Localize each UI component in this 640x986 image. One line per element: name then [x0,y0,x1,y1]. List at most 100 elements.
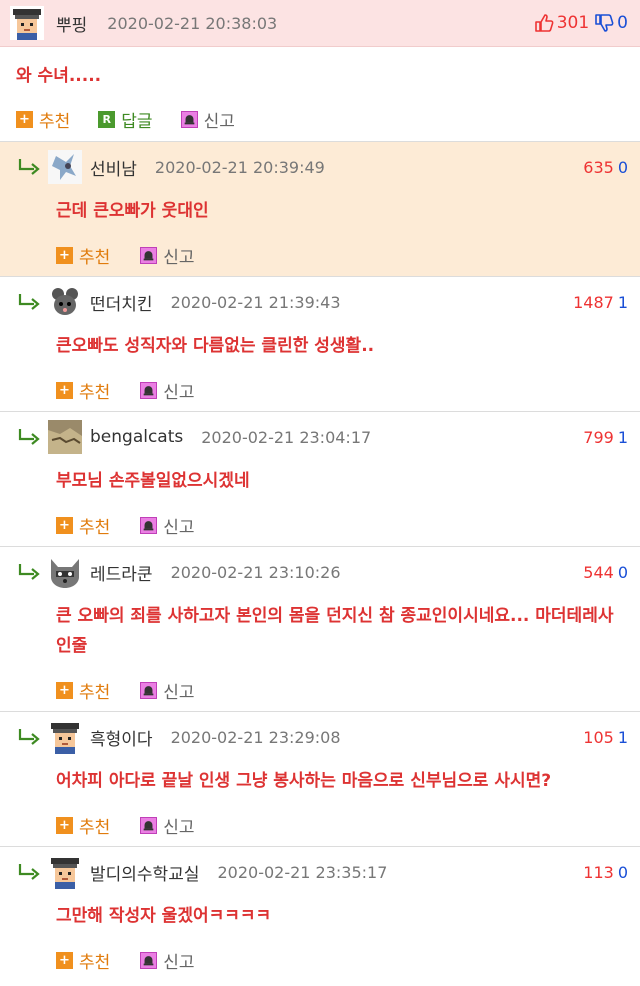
comment-downvote-count: 1 [617,727,628,747]
avatar[interactable] [48,285,82,319]
report-label: 신고 [163,517,195,538]
reply-label: 답글 [121,111,153,132]
recommend-button[interactable]: + 추천 [56,948,110,973]
comment-item: 발디의수학교실 2020-02-21 23:35:17 113 0 그만해 작성자… [0,846,640,981]
comment-actions: + 추천 신고 [16,804,628,846]
comment-text: 그만해 작성자 울겠어ㅋㅋㅋㅋ [56,906,272,926]
comment-actions: + 추천 신고 [16,939,628,981]
avatar[interactable] [48,720,82,754]
comment-author[interactable]: 선비남 [90,155,137,180]
comment-author[interactable]: bengalcats [90,427,183,447]
comment-text: 어차피 아다로 끝날 인생 그냥 봉사하는 마음으로 신부님으로 사시면? [56,771,552,791]
comment-downvote-count: 1 [617,427,628,447]
comment-votes: 1487 1 [573,293,628,312]
report-button[interactable]: 신고 [140,813,195,838]
report-label: 신고 [163,952,195,973]
reply-arrow-icon [18,429,40,445]
recommend-button[interactable]: + 추천 [56,243,110,268]
comment-downvote-count: 0 [617,157,628,177]
comment-header: 흑형이다 2020-02-21 23:29:08 105 1 [16,712,628,758]
comment-votes: 113 0 [583,863,628,882]
comment-text: 큰 오빠의 죄를 사하고자 본인의 몸을 던지신 참 종교인이시네요... 마더… [56,606,614,656]
comment-author[interactable]: 떤더치킨 [90,290,153,315]
avatar[interactable] [10,6,44,40]
comment-author[interactable]: 레드라쿤 [90,560,153,585]
plus-icon: + [56,246,73,264]
reply-arrow-icon [18,564,40,580]
comment-text: 근데 큰오빠가 웃대인 [56,201,209,221]
comment-text: 큰오빠도 성직자와 다름없는 클린한 성생활.. [56,336,375,356]
comment-actions: + 추천 신고 [16,669,628,711]
report-button[interactable]: 신고 [140,243,195,268]
post-actions: + 추천 R 답글 신고 [16,97,624,141]
alarm-bell-icon [140,681,158,699]
post-upvote-count: 301 [556,13,590,33]
post-votes: 301 0 [534,13,628,33]
comment-item: 흑형이다 2020-02-21 23:29:08 105 1 어차피 아다로 끝날… [0,711,640,846]
comment-actions: + 추천 신고 [16,234,628,276]
comment-actions: + 추천 신고 [16,504,628,546]
recommend-button[interactable]: + 추천 [16,107,70,132]
plus-icon: + [56,381,73,399]
alarm-bell-icon [140,516,158,534]
comment-downvote-count: 1 [617,292,628,312]
comment-upvote-count: 113 [583,862,614,882]
reply-r-icon: R [98,110,116,128]
recommend-button[interactable]: + 추천 [56,813,110,838]
recommend-label: 추천 [79,952,111,973]
report-button[interactable]: 신고 [180,107,235,132]
comment-date: 2020-02-21 23:35:17 [217,862,388,882]
comment-upvote-count: 544 [583,562,614,582]
recommend-button[interactable]: + 추천 [56,378,110,403]
recommend-label: 추천 [79,247,111,268]
avatar[interactable] [48,855,82,889]
comment-date: 2020-02-21 20:39:49 [154,157,325,177]
report-label: 신고 [163,382,195,403]
report-button[interactable]: 신고 [140,678,195,703]
post-body: 와 수녀..... + 추천 R 답글 신고 [0,47,640,141]
thumb-up-icon[interactable] [534,13,554,33]
report-label: 신고 [163,817,195,838]
comment-upvote-count: 799 [583,427,614,447]
comment-list: 선비남 2020-02-21 20:39:49 635 0 근데 큰오빠가 웃대인… [0,141,640,981]
reply-arrow-icon [18,864,40,880]
comment-item: 떤더치킨 2020-02-21 21:39:43 1487 1 큰오빠도 성직자와… [0,276,640,411]
recommend-button[interactable]: + 추천 [56,513,110,538]
recommend-button[interactable]: + 추천 [56,678,110,703]
post-text: 와 수녀..... [16,66,102,86]
avatar[interactable] [48,555,82,589]
comment-header: 떤더치킨 2020-02-21 21:39:43 1487 1 [16,277,628,323]
comment-date: 2020-02-21 23:04:17 [201,427,372,447]
alarm-bell-icon [140,246,158,264]
report-button[interactable]: 신고 [140,513,195,538]
recommend-label: 추천 [79,817,111,838]
comment-date: 2020-02-21 23:29:08 [170,727,341,747]
comment-upvote-count: 105 [583,727,614,747]
comment-item: 레드라쿤 2020-02-21 23:10:26 544 0 큰 오빠의 죄를 사… [0,546,640,711]
comment-header: 발디의수학교실 2020-02-21 23:35:17 113 0 [16,847,628,893]
alarm-bell-icon [140,816,158,834]
recommend-label: 추천 [79,517,111,538]
comment-text: 부모님 손주볼일없으시겠네 [56,471,250,491]
report-button[interactable]: 신고 [140,378,195,403]
comment-item: 선비남 2020-02-21 20:39:49 635 0 근데 큰오빠가 웃대인… [0,141,640,276]
report-label: 신고 [163,682,195,703]
comment-upvote-count: 1487 [573,292,614,312]
reply-button[interactable]: R 답글 [98,107,153,132]
report-label: 신고 [163,247,195,268]
reply-arrow-icon [18,294,40,310]
comment-author[interactable]: 흑형이다 [90,725,153,750]
recommend-label: 추천 [79,682,111,703]
comment-header: 선비남 2020-02-21 20:39:49 635 0 [16,142,628,188]
avatar[interactable] [48,420,82,454]
report-label: 신고 [203,111,235,132]
plus-icon: + [16,110,33,128]
comment-votes: 799 1 [583,428,628,447]
avatar[interactable] [48,150,82,184]
thumb-down-icon[interactable] [594,13,614,33]
comment-author[interactable]: 발디의수학교실 [90,860,199,885]
post-author[interactable]: 뿌핑 [56,11,87,36]
report-button[interactable]: 신고 [140,948,195,973]
alarm-bell-icon [140,381,158,399]
reply-arrow-icon [18,159,40,175]
